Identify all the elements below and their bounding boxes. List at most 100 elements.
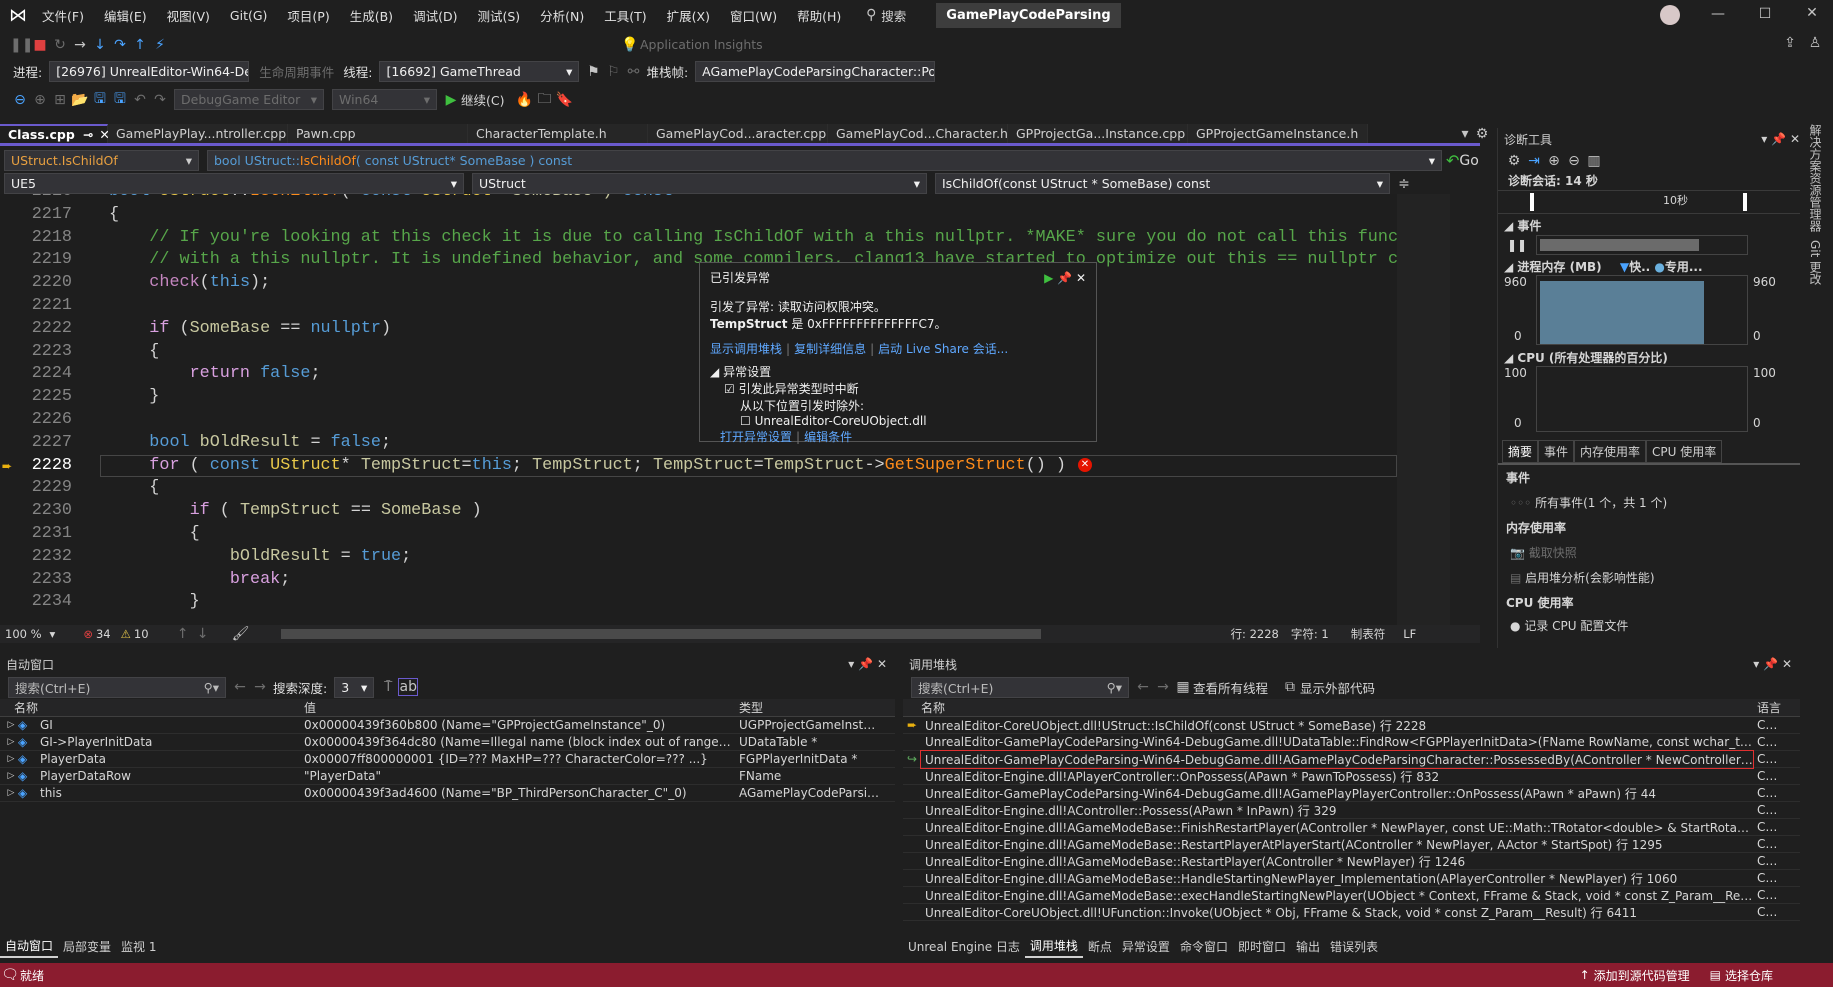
scope-dropdown[interactable]: UStruct.IsChildOf ▾ (4, 150, 199, 171)
split-editor-icon[interactable]: ≑ (1394, 176, 1414, 192)
column-name[interactable]: 名称 (903, 699, 1753, 716)
side-tab-1[interactable]: Git 更改 (1805, 236, 1826, 289)
variable-value[interactable]: 0x00000439f360b800 (Name="GPProjectGameI… (300, 718, 735, 732)
platform-dropdown[interactable]: Win64 ▾ (332, 89, 437, 110)
all-events-link[interactable]: 所有事件(1 个，共 1 个) (1535, 496, 1667, 510)
search-depth-dropdown[interactable]: 3 ▾ (334, 676, 375, 698)
step-into-icon[interactable]: ↓ (90, 37, 110, 53)
dropdown-icon[interactable]: ▾ (848, 657, 854, 671)
autos-row[interactable]: ▷ ◈ GI 0x00000439f360b800 (Name="GPProjectG… (0, 717, 895, 734)
code-line[interactable]: { (109, 524, 200, 543)
continue-icon[interactable]: ▶ (441, 92, 461, 108)
expand-icon[interactable]: ▷ (4, 720, 18, 730)
tab-callstack-7[interactable]: 错误列表 (1325, 936, 1383, 957)
stackframe-dropdown[interactable]: AGamePlayCodeParsingCharacter::Pos▾ (695, 61, 936, 82)
call-stack-frame[interactable]: UnrealEditor-Engine.dll!AGameModeBase::R… (903, 836, 1800, 853)
autos-search-input[interactable]: 搜索(Ctrl+E) ⚲▾ (8, 676, 226, 698)
hot-reload-icon[interactable]: ⚡ (150, 37, 170, 53)
record-cpu-profile-button[interactable]: 记录 CPU 配置文件 (1524, 619, 1628, 633)
hot-reload-fire-icon[interactable]: 🔥 (514, 92, 534, 108)
search-back-icon[interactable]: ← (230, 679, 250, 695)
call-stack-frame[interactable]: UnrealEditor-Engine.dll!APlayerControlle… (903, 768, 1800, 785)
column-type[interactable]: 类型 (735, 699, 880, 716)
continue-icon[interactable]: ▶ (1044, 271, 1053, 285)
tab-gpprojectga-instance-cpp[interactable]: GPProjectGa...Instance.cpp (1008, 124, 1188, 143)
close-icon[interactable]: ✕ (877, 657, 887, 671)
minimap-scrollbar[interactable] (1397, 194, 1450, 625)
except-module-checkbox[interactable]: ☐ (740, 414, 751, 428)
code-line[interactable]: { (109, 342, 159, 361)
tab-diagnostics-1[interactable]: 事件 (1538, 440, 1575, 463)
search-forward-icon[interactable]: → (250, 679, 270, 695)
code-line[interactable]: if (SomeBase == nullptr) (109, 319, 391, 338)
step-out-icon[interactable]: ↑ (130, 37, 150, 53)
menu-item[interactable]: 窗口(W) (730, 6, 777, 25)
application-insights-button[interactable]: Application Insights (640, 37, 763, 52)
select-tools-icon[interactable]: ⇥ (1524, 153, 1544, 169)
tab-callstack-5[interactable]: 即时窗口 (1233, 936, 1291, 957)
tab-gameplaycod-aracter-cpp[interactable]: GamePlayCod...aracter.cpp (648, 124, 828, 143)
avatar[interactable] (1660, 5, 1680, 25)
take-snapshot-button[interactable]: 截取快照 (1529, 546, 1577, 560)
pin-icon[interactable]: 📌 (858, 657, 873, 671)
error-count[interactable]: 34 (96, 627, 111, 641)
call-stack-search-input[interactable]: 搜索(Ctrl+E) ⚲▾ (911, 676, 1129, 698)
edit-conditions-link[interactable]: 编辑条件 (804, 430, 852, 444)
variable-value[interactable]: 0x00000439f3ad4600 (Name="BP_ThirdPerson… (300, 786, 735, 800)
timeline-end-handle[interactable] (1743, 193, 1747, 211)
horizontal-scrollbar[interactable] (280, 629, 1041, 639)
column-name[interactable]: 名称 (0, 699, 300, 716)
autos-row[interactable]: ▷ ◈ PlayerData 0x00007ff800000001 {ID=??? M… (0, 751, 895, 768)
tab-callstack-2[interactable]: 断点 (1083, 936, 1117, 957)
settings-gear-icon[interactable]: ⚙ (1472, 126, 1492, 142)
pin-column-icon[interactable]: ⍑ (378, 679, 398, 695)
tab-callstack-1[interactable]: 调用堆栈 (1024, 935, 1083, 958)
tab-autos-1[interactable]: 局部变量 (58, 936, 116, 957)
close-icon[interactable]: ✕ (1790, 132, 1800, 146)
member-dropdown[interactable]: IsChildOf(const UStruct * SomeBase) cons… (935, 173, 1390, 194)
project-dropdown[interactable]: UE5 ▾ (4, 173, 464, 194)
call-stack-frame[interactable]: UnrealEditor-Engine.dll!AGameModeBase::e… (903, 887, 1800, 904)
variable-value[interactable]: "PlayerData" (300, 769, 735, 783)
zoom-out-icon[interactable]: ⊖ (1564, 153, 1584, 169)
dropdown-icon[interactable]: ▾ (1761, 132, 1767, 146)
timeline-start-handle[interactable] (1530, 193, 1534, 211)
save-icon[interactable]: 🖫 (90, 88, 110, 112)
go-button[interactable]: Go (1459, 153, 1478, 169)
call-stack-frame[interactable]: UnrealEditor-Engine.dll!AGameModeBase::H… (903, 870, 1800, 887)
tab-class-cpp[interactable]: Class.cpp ⊸ ✕ (0, 124, 110, 143)
expand-icon[interactable]: ▷ (4, 737, 18, 747)
zoom-in-icon[interactable]: ⊕ (1544, 153, 1564, 169)
tab-gameplaycod-character-h[interactable]: GamePlayCod...Character.h (828, 124, 1008, 143)
find-in-files-icon[interactable]: 🗀 (534, 88, 554, 112)
column-value[interactable]: 值 (300, 699, 735, 716)
pause-icon[interactable]: ❚❚ (1498, 238, 1536, 252)
flag-all-icon[interactable]: ⚐ (603, 64, 623, 80)
live-share-link[interactable]: 启动 Live Share 会话... (878, 342, 1008, 356)
tab-charactertemplate-h[interactable]: CharacterTemplate.h (468, 124, 648, 143)
forward-icon[interactable]: ⊕ (30, 92, 50, 108)
call-stack-frame[interactable]: ↪ UnrealEditor-GamePlayCodeParsing-Win64-… (903, 749, 1800, 769)
menu-item[interactable]: 扩展(X) (667, 6, 710, 25)
signature-dropdown[interactable]: bool UStruct::IsChildOf( const UStruct* … (207, 150, 1442, 171)
back-icon[interactable]: ⊖ (10, 92, 30, 108)
thread-dropdown[interactable]: [16692] GameThread ▾ (379, 61, 580, 82)
stop-icon[interactable]: ■ (30, 37, 50, 53)
expand-icon[interactable]: ▷ (4, 754, 18, 764)
share-icon[interactable]: ⇪ (1780, 35, 1800, 51)
call-stack-frame[interactable]: UnrealEditor-GamePlayCodeParsing-Win64-D… (903, 734, 1800, 751)
variable-value[interactable]: 0x00000439f364dc80 (Name=Illegal name (b… (300, 735, 735, 749)
eol-indicator[interactable]: LF (1403, 627, 1416, 641)
code-line[interactable]: } (109, 592, 200, 611)
code-line[interactable]: if ( TempStruct == SomeBase ) (109, 501, 482, 520)
menu-item[interactable]: 生成(B) (350, 6, 393, 25)
prev-issue-icon[interactable]: ↑ (173, 626, 193, 642)
heap-profiling-button[interactable]: 启用堆分析(会影响性能) (1525, 571, 1654, 585)
column-language[interactable]: 语言 (1753, 699, 1783, 716)
call-stack-frame[interactable]: UnrealEditor-Engine.dll!AGameModeBase::F… (903, 819, 1800, 836)
copy-details-link[interactable]: 复制详细信息 (794, 342, 866, 356)
code-line[interactable]: check(this); (109, 273, 270, 292)
tab-diagnostics-0[interactable]: 摘要 (1502, 440, 1539, 463)
code-line[interactable]: } (109, 387, 159, 406)
close-icon[interactable]: ✕ (1076, 271, 1086, 285)
